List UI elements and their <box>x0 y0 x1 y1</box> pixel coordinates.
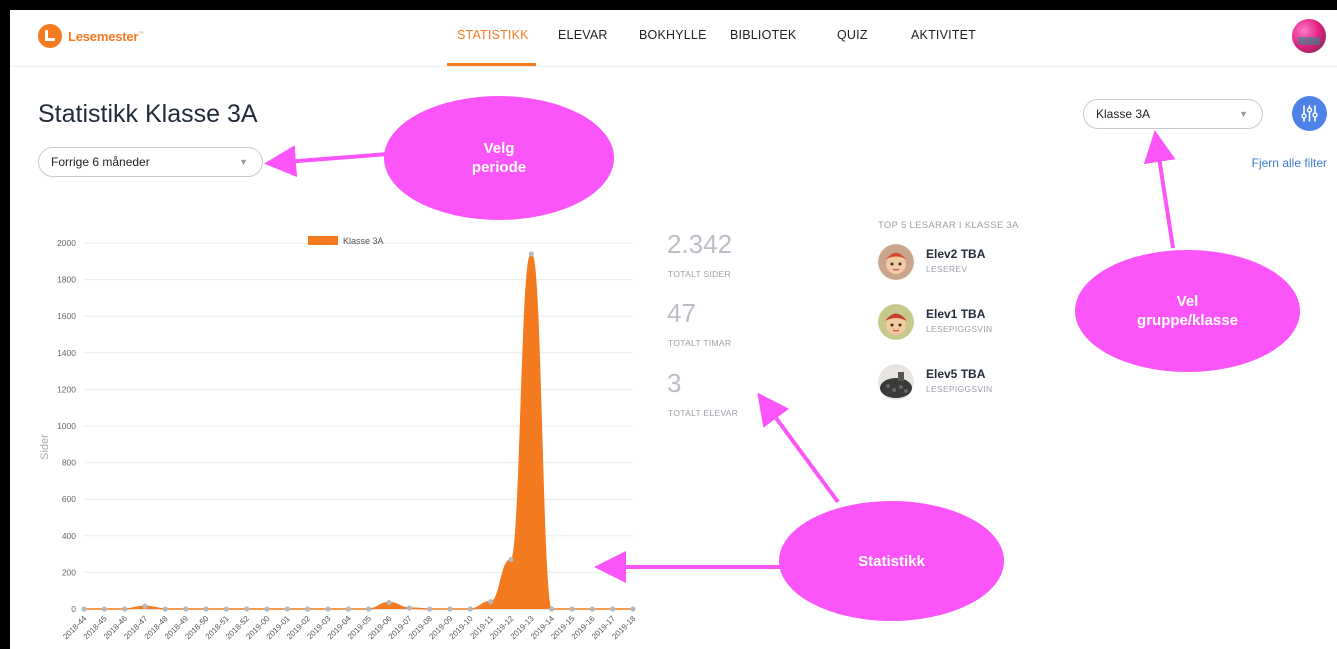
page-title: Statistikk Klasse 3A <box>38 100 258 128</box>
series-area <box>84 253 633 610</box>
stat-students-label: TOTALT ELEVAR <box>668 408 739 418</box>
legend-swatch <box>308 236 338 245</box>
legend-label: Klasse 3A <box>343 236 384 246</box>
y-tick-label: 0 <box>71 604 76 614</box>
app-window: Lesemester™ STATISTIKK ELEVAR BOKHYLLE B… <box>10 10 1337 649</box>
data-point <box>81 606 87 612</box>
data-point <box>589 606 595 612</box>
data-point <box>101 606 107 612</box>
clear-filters-link[interactable]: Fjern alle filter <box>1252 156 1327 170</box>
data-point <box>427 606 433 612</box>
stat-hours-label: TOTALT TIMAR <box>668 338 732 348</box>
y-tick-label: 1800 <box>57 275 76 285</box>
y-tick-label: 1600 <box>57 311 76 321</box>
stat-students-value: 3 <box>667 368 682 398</box>
reader-name: Elev2 TBA <box>926 247 986 261</box>
nav-elevar[interactable]: ELEVAR <box>558 28 608 42</box>
data-point <box>183 606 189 612</box>
data-point <box>528 251 534 257</box>
data-point <box>406 605 412 611</box>
hedgehog-avatar <box>878 304 914 340</box>
stat-hours-value: 47 <box>667 298 696 328</box>
nav-quiz[interactable]: QUIZ <box>837 28 868 42</box>
nav-statistikk[interactable]: STATISTIKK <box>457 28 529 42</box>
reader-item[interactable]: Elev2 TBA LESEREV <box>878 244 1098 284</box>
active-tab-indicator <box>447 63 536 66</box>
chevron-down-icon: ▼ <box>1239 109 1248 119</box>
period-select-value: Forrige 6 måneder <box>51 155 150 169</box>
pages-chart: 0 200 400 600 800 1000 1200 1400 1600 1800 2000 Sid… <box>39 236 638 641</box>
annotation-stats: Statistikk <box>779 501 1004 621</box>
class-select[interactable]: Klasse 3A ▼ <box>1083 99 1263 129</box>
y-tick-label: 2000 <box>57 238 76 248</box>
reader-role: LESEPIGGSVIN <box>926 324 993 334</box>
data-point <box>203 606 209 612</box>
stat-pages-value: 2.342 <box>667 229 733 259</box>
top-readers-title: TOP 5 LESARAR I KLASSE 3A <box>878 220 1019 231</box>
reader-item[interactable]: Elev1 TBA LESEPIGGSVIN <box>878 304 1098 344</box>
user-avatar[interactable] <box>1292 19 1326 53</box>
sliders-icon <box>1301 105 1318 122</box>
data-point <box>447 606 453 612</box>
y-axis-label: Sider <box>39 434 51 460</box>
y-tick-label: 1000 <box>57 421 76 431</box>
annotation-group: Vel gruppe/klasse <box>1075 250 1300 372</box>
data-point <box>467 606 473 612</box>
data-point <box>366 606 372 612</box>
filter-button[interactable] <box>1292 96 1327 131</box>
logo-text: Lesemester <box>68 28 139 44</box>
y-tick-label: 1200 <box>57 384 76 394</box>
y-tick-label: 400 <box>62 531 76 541</box>
reader-name: Elev1 TBA <box>926 307 986 321</box>
reader-name: Elev5 TBA <box>926 367 986 381</box>
hedgehog-dark-avatar <box>878 364 914 400</box>
class-select-value: Klasse 3A <box>1096 107 1151 121</box>
logo-icon <box>38 24 62 48</box>
data-point <box>508 556 514 563</box>
arrow-to-class <box>1143 130 1176 249</box>
y-tick-label: 1400 <box>57 348 76 358</box>
data-point <box>284 606 290 612</box>
top-navigation: Lesemester™ STATISTIKK ELEVAR BOKHYLLE B… <box>10 10 1337 67</box>
data-point <box>549 606 555 612</box>
app-logo[interactable]: Lesemester™ <box>38 24 144 48</box>
data-point <box>142 603 148 609</box>
annotation-period: Velg periode <box>384 96 614 220</box>
y-tick-label: 800 <box>62 458 76 468</box>
data-point <box>305 606 311 612</box>
arrow-to-stats <box>757 392 840 504</box>
period-select[interactable]: Forrige 6 måneder ▼ <box>38 147 263 177</box>
data-point <box>122 606 128 612</box>
data-point <box>223 606 229 612</box>
data-point <box>244 606 250 612</box>
nav-bibliotek[interactable]: BIBLIOTEK <box>730 28 796 42</box>
data-point <box>488 599 494 605</box>
reader-role: LESEPIGGSVIN <box>926 384 993 394</box>
reader-role: LESEREV <box>926 264 968 274</box>
y-tick-label: 200 <box>62 567 76 577</box>
stat-pages-label: TOTALT SIDER <box>668 269 731 279</box>
nav-aktivitet[interactable]: AKTIVITET <box>911 28 976 42</box>
arrow-to-period <box>264 145 389 178</box>
data-point <box>630 606 636 612</box>
y-tick-label: 600 <box>62 494 76 504</box>
data-point <box>264 606 270 612</box>
nav-bokhylle[interactable]: BOKHYLLE <box>639 28 707 42</box>
series-line <box>84 253 633 610</box>
data-point <box>345 606 351 612</box>
fox-avatar <box>878 244 914 280</box>
data-point <box>162 606 168 612</box>
data-point <box>386 599 392 606</box>
data-point <box>325 606 331 612</box>
data-point <box>610 606 616 612</box>
reader-item[interactable]: Elev5 TBA LESEPIGGSVIN <box>878 364 1098 404</box>
data-point <box>569 606 575 612</box>
chevron-down-icon: ▼ <box>239 157 248 167</box>
